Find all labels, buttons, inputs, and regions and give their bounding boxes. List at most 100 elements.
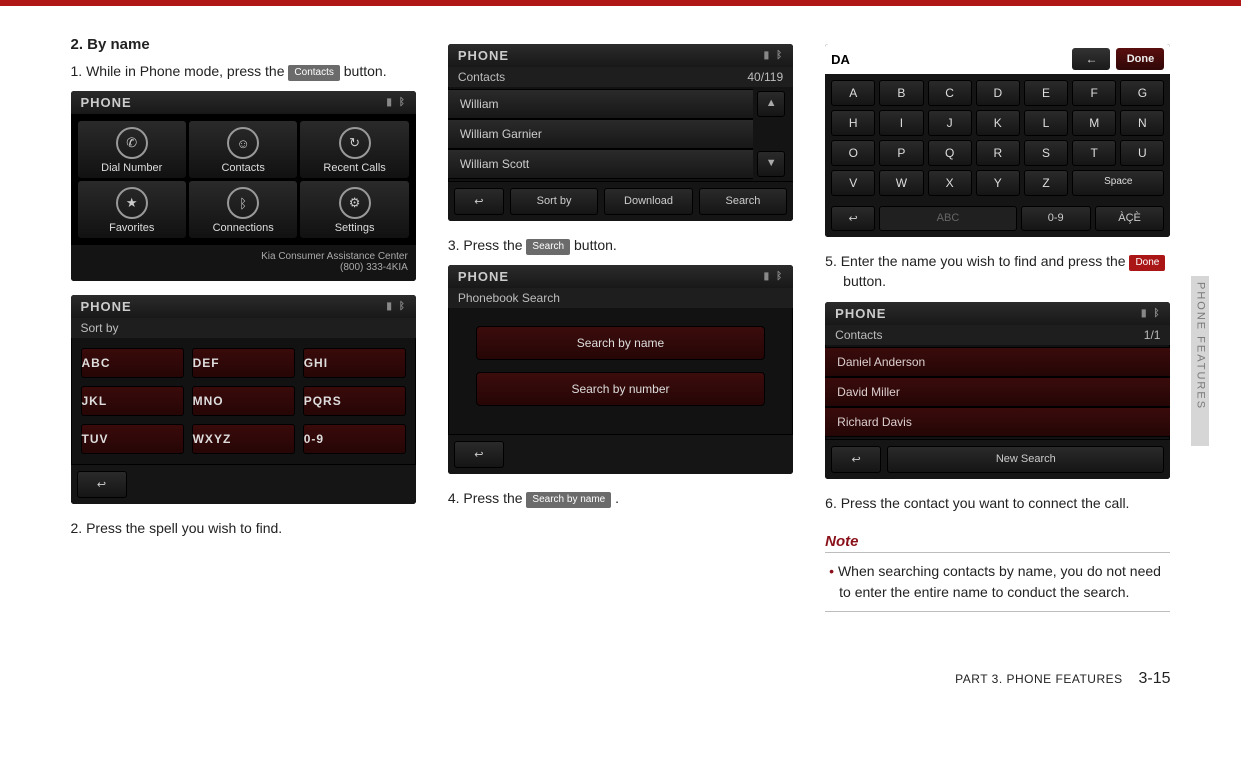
search-by-name-pill: Search by name	[526, 492, 611, 508]
screenshot-phonebook-search: PHONE ▮ ᛒ Phonebook Search Search by nam…	[448, 265, 793, 474]
contact-row[interactable]: William Garnier	[448, 119, 753, 149]
key-a[interactable]: A	[831, 80, 875, 106]
key-c[interactable]: C	[928, 80, 972, 106]
key-t[interactable]: T	[1072, 140, 1116, 166]
key-x[interactable]: X	[928, 170, 972, 196]
mode-0-9-button[interactable]: 0-9	[1021, 206, 1091, 231]
key-f[interactable]: F	[1072, 80, 1116, 106]
key-v[interactable]: V	[831, 170, 875, 196]
step-1-text-b: button.	[344, 63, 387, 79]
step-3-text-a: 3. Press the	[448, 237, 527, 253]
contact-row[interactable]: William Scott	[448, 149, 753, 179]
key-r[interactable]: R	[976, 140, 1020, 166]
back-button[interactable]: ↩	[831, 446, 881, 473]
gear-icon: ⚙	[339, 187, 371, 219]
key-ghi[interactable]: GHI	[303, 348, 406, 378]
column-3: DA ← Done A B C D E F G H I J K L	[825, 36, 1170, 620]
footer-part: PART 3. PHONE FEATURES	[955, 672, 1122, 686]
backspace-button[interactable]: ←	[1072, 48, 1110, 70]
key-pqrs[interactable]: PQRS	[303, 386, 406, 416]
phone-title: PHONE	[835, 306, 886, 321]
key-b[interactable]: B	[879, 80, 923, 106]
key-l[interactable]: L	[1024, 110, 1068, 136]
key-z[interactable]: Z	[1024, 170, 1068, 196]
step-3-text-b: button.	[574, 237, 617, 253]
download-button[interactable]: Download	[604, 188, 692, 215]
menu-contacts[interactable]: ☺ Contacts	[188, 120, 298, 179]
screenshot-results: PHONE ▮ ᛒ Contacts 1/1 Daniel Anderson D…	[825, 302, 1170, 479]
key-k[interactable]: K	[976, 110, 1020, 136]
scroll-down-button[interactable]: ▼	[757, 151, 785, 177]
menu-label: Favorites	[109, 222, 154, 234]
done-button[interactable]: Done	[1116, 48, 1164, 70]
step-5: 5. Enter the name you wish to find and p…	[825, 251, 1170, 292]
key-space[interactable]: Space	[1072, 170, 1164, 196]
sortby-button[interactable]: Sort by	[510, 188, 598, 215]
menu-favorites[interactable]: ★ Favorites	[77, 180, 187, 239]
key-abc[interactable]: ABC	[81, 348, 184, 378]
key-h[interactable]: H	[831, 110, 875, 136]
key-0-9[interactable]: 0-9	[303, 424, 406, 454]
key-s[interactable]: S	[1024, 140, 1068, 166]
key-u[interactable]: U	[1120, 140, 1164, 166]
side-tab-label: PHONE FEATURES	[1195, 282, 1207, 410]
bt-icon: ᛒ	[399, 97, 406, 108]
key-n[interactable]: N	[1120, 110, 1164, 136]
sortby-subtitle: Sort by	[81, 321, 119, 335]
back-button[interactable]: ↩	[77, 471, 127, 498]
step-5-text-a: 5. Enter the name you wish to find and p…	[825, 253, 1129, 269]
search-input-value[interactable]: DA	[831, 52, 1066, 67]
result-row[interactable]: Richard Davis	[825, 407, 1170, 437]
contacts-counter: 40/119	[747, 70, 783, 84]
key-jkl[interactable]: JKL	[81, 386, 184, 416]
clock-icon: ↻	[339, 127, 371, 159]
top-red-bar	[0, 0, 1241, 6]
menu-settings[interactable]: ⚙Settings	[299, 180, 409, 239]
key-j[interactable]: J	[928, 110, 972, 136]
key-m[interactable]: M	[1072, 110, 1116, 136]
key-o[interactable]: O	[831, 140, 875, 166]
footer-page-number: 3-15	[1138, 670, 1170, 687]
key-y[interactable]: Y	[976, 170, 1020, 196]
done-pill: Done	[1129, 255, 1165, 271]
search-by-name-button[interactable]: Search by name	[476, 326, 765, 360]
search-by-number-button[interactable]: Search by number	[476, 372, 765, 406]
key-e[interactable]: E	[1024, 80, 1068, 106]
mode-accent-button[interactable]: ÀÇÈ	[1095, 206, 1165, 231]
key-d[interactable]: D	[976, 80, 1020, 106]
key-tuv[interactable]: TUV	[81, 424, 184, 454]
result-row[interactable]: David Miller	[825, 377, 1170, 407]
screenshot-contacts-list: PHONE ▮ ᛒ Contacts 40/119 William Willia…	[448, 44, 793, 221]
back-button[interactable]: ↩	[831, 206, 875, 231]
back-button[interactable]: ↩	[454, 188, 504, 215]
note-heading: Note	[825, 533, 1170, 553]
menu-connections[interactable]: ᛒConnections	[188, 180, 298, 239]
key-q[interactable]: Q	[928, 140, 972, 166]
back-button[interactable]: ↩	[454, 441, 504, 468]
status-icons: ▮ ᛒ	[1141, 308, 1161, 319]
key-i[interactable]: I	[879, 110, 923, 136]
menu-recent-calls[interactable]: ↻Recent Calls	[299, 120, 409, 179]
signal-icon: ▮	[764, 50, 771, 61]
menu-label: Contacts	[221, 162, 264, 174]
new-search-button[interactable]: New Search	[887, 446, 1164, 473]
menu-dial-number[interactable]: ✆Dial Number	[77, 120, 187, 179]
key-w[interactable]: W	[879, 170, 923, 196]
step-4: 4. Press the Search by name .	[448, 488, 793, 508]
key-def[interactable]: DEF	[192, 348, 295, 378]
note-body: When searching contacts by name, you do …	[825, 561, 1170, 612]
assist-line-2: (800) 333-4KIA	[79, 262, 408, 273]
key-mno[interactable]: MNO	[192, 386, 295, 416]
result-row[interactable]: Daniel Anderson	[825, 347, 1170, 377]
person-icon: ☺	[227, 127, 259, 159]
star-icon: ★	[116, 187, 148, 219]
screenshot-keyboard: DA ← Done A B C D E F G H I J K L	[825, 44, 1170, 237]
key-g[interactable]: G	[1120, 80, 1164, 106]
step-1: 1. While in Phone mode, press the Contac…	[71, 61, 416, 81]
key-wxyz[interactable]: WXYZ	[192, 424, 295, 454]
contact-row[interactable]: William	[448, 89, 753, 119]
mode-abc-button[interactable]: ABC	[879, 206, 1017, 231]
key-p[interactable]: P	[879, 140, 923, 166]
scroll-up-button[interactable]: ▲	[757, 91, 785, 117]
search-button[interactable]: Search	[699, 188, 787, 215]
